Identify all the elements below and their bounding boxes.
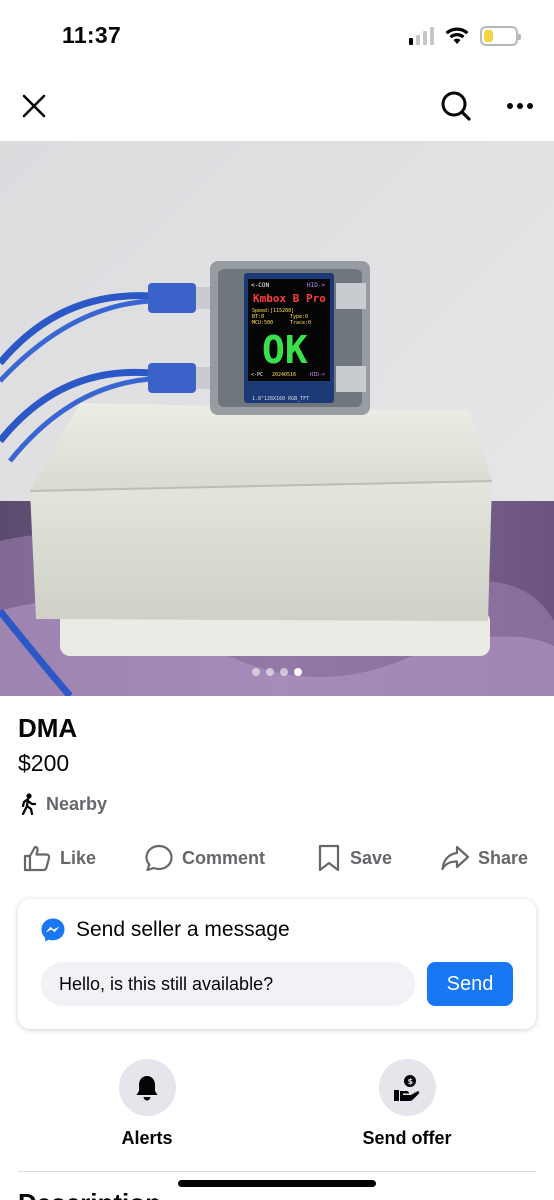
- share-label: Share: [478, 847, 529, 868]
- screen-line3a: MCU:500: [252, 320, 273, 326]
- product-photo[interactable]: <-CON HID-> Kmbox B Pro Speed:[115200] B…: [0, 141, 554, 696]
- screen-top-left: <-CON: [251, 282, 269, 289]
- like-button[interactable]: Like: [22, 838, 96, 878]
- send-offer-icon-circle: $: [378, 1059, 436, 1116]
- message-seller-card: Send seller a message Send: [18, 899, 536, 1029]
- cellular-signal-icon: [409, 27, 434, 45]
- carousel-dot[interactable]: [294, 668, 302, 676]
- close-icon: [22, 94, 46, 118]
- offer-hand-icon: $: [394, 1074, 420, 1101]
- search-icon: [441, 91, 471, 121]
- listing-title: DMA: [18, 713, 78, 743]
- walking-person-icon: [21, 793, 37, 815]
- screen-bottom-left: <-PC: [251, 372, 263, 378]
- bell-icon: [136, 1075, 158, 1100]
- carousel-dot[interactable]: [252, 668, 260, 676]
- carousel-indicator[interactable]: [0, 668, 554, 676]
- bookmark-icon: [318, 844, 340, 872]
- battery-icon: [480, 26, 521, 46]
- screen-bottom-mid: 20240516: [272, 372, 296, 378]
- svg-text:$: $: [408, 1077, 414, 1086]
- status-bar: 11:37: [0, 0, 554, 70]
- screen-status: OK: [262, 328, 308, 372]
- battery-level: [484, 30, 493, 42]
- listing-price: $200: [18, 750, 70, 776]
- product-photo-illustration: <-CON HID-> Kmbox B Pro Speed:[115200] B…: [0, 141, 554, 696]
- send-offer-button[interactable]: $ Send offer: [327, 1059, 487, 1149]
- close-button[interactable]: [12, 84, 56, 128]
- save-button[interactable]: Save: [316, 838, 392, 878]
- carousel-dot[interactable]: [280, 668, 288, 676]
- message-header: Send seller a message: [40, 917, 290, 943]
- location-row: Nearby: [18, 793, 107, 815]
- message-input[interactable]: [41, 962, 415, 1006]
- alerts-label: Alerts: [121, 1128, 173, 1148]
- send-button[interactable]: Send: [427, 962, 513, 1006]
- more-options-button[interactable]: [498, 84, 542, 128]
- location-label: Nearby: [46, 793, 108, 814]
- share-button[interactable]: Share: [440, 838, 528, 878]
- comment-icon: [145, 844, 173, 872]
- like-label: Like: [60, 847, 97, 868]
- share-icon: [441, 845, 470, 871]
- action-bar: Like Comment Save Share: [0, 838, 554, 878]
- alerts-icon-circle: [118, 1059, 176, 1116]
- screen-label: 1.8"128X160 RGB_TFT: [252, 396, 309, 402]
- screen-bottom-right: HID->: [310, 372, 325, 378]
- screen-top-right: HID->: [307, 282, 325, 289]
- status-time: 11:37: [62, 22, 122, 48]
- alerts-button[interactable]: Alerts: [67, 1059, 227, 1149]
- section-divider: [18, 1171, 536, 1172]
- home-indicator[interactable]: [178, 1180, 376, 1187]
- message-title: Send seller a message: [76, 918, 290, 941]
- comment-label: Comment: [182, 847, 266, 868]
- more-icon: [507, 103, 533, 109]
- messenger-icon: [41, 918, 65, 942]
- screen-line3b: Trace:0: [290, 320, 311, 326]
- comment-button[interactable]: Comment: [144, 838, 265, 878]
- wifi-icon: [445, 27, 469, 44]
- top-nav: [0, 70, 554, 140]
- status-icons: [409, 26, 521, 46]
- send-offer-label: Send offer: [362, 1128, 452, 1148]
- search-button[interactable]: [434, 84, 478, 128]
- thumbs-up-icon: [23, 845, 51, 872]
- screen-title: Kmbox B Pro: [253, 292, 326, 305]
- save-label: Save: [350, 847, 393, 868]
- carousel-dot[interactable]: [266, 668, 274, 676]
- description-heading: Description: [18, 1188, 161, 1200]
